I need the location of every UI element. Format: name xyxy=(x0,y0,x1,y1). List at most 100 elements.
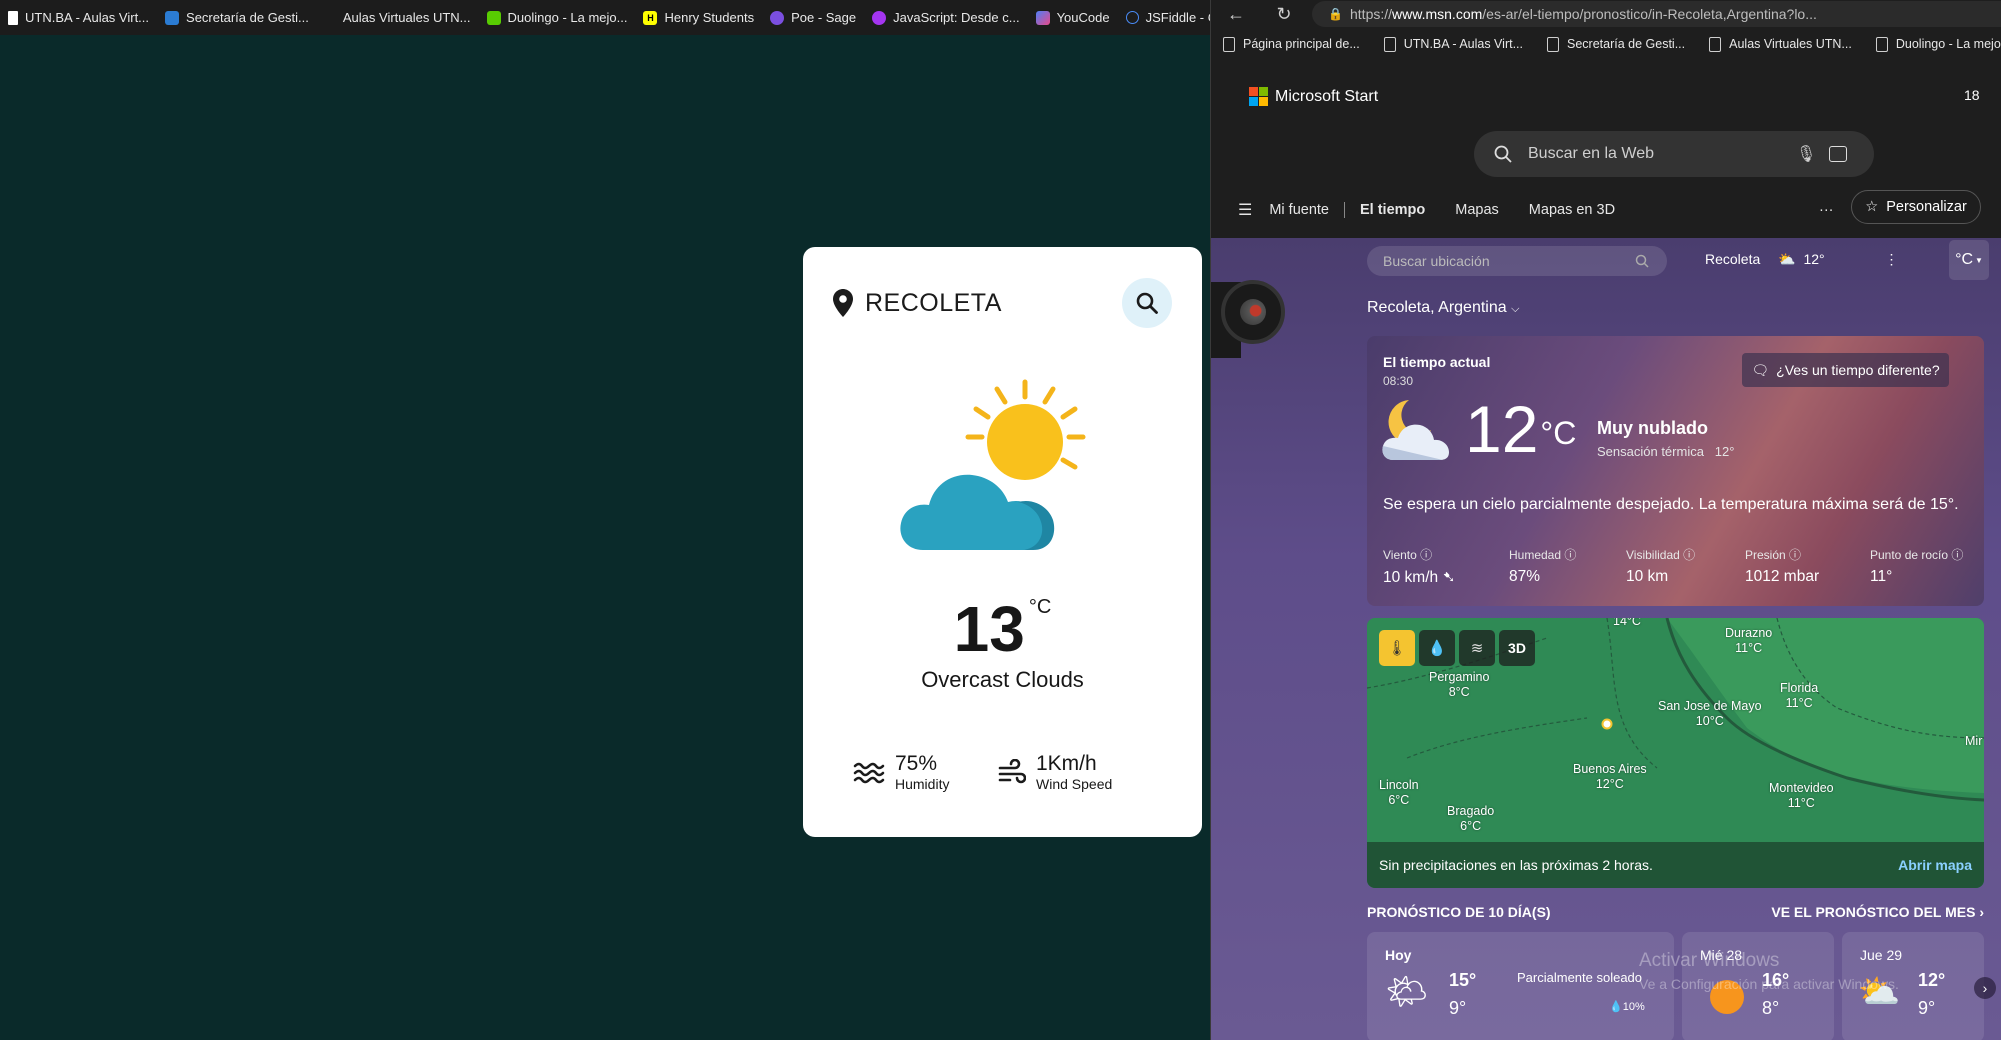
bookmark-label: YouCode xyxy=(1056,10,1110,25)
url-path: /es-ar/el-tiempo/pronostico/in-Recoleta,… xyxy=(1482,6,1817,22)
bookmark-item[interactable]: Aulas Virtuales UTN... xyxy=(1697,36,1864,52)
hamburger-menu-icon[interactable]: ☰ xyxy=(1238,200,1252,220)
wind-direction-icon: ➷ xyxy=(1442,569,1456,586)
different-weather-button[interactable]: 🗨 ¿Ves un tiempo diferente? xyxy=(1742,353,1949,387)
city-name: Montevideo xyxy=(1769,781,1834,795)
temperature-unit: °C xyxy=(1028,596,1052,618)
tab-mapas[interactable]: Mapas xyxy=(1455,202,1499,218)
vertical-more-icon[interactable]: ⋮ xyxy=(1885,251,1899,267)
forecast-day-card[interactable]: Hoy 🌤 15° 9° Parcialmente soleado 💧10% xyxy=(1367,932,1674,1040)
metric-value: 11° xyxy=(1870,568,1893,585)
web-search-input[interactable]: Buscar en la Web 🎙 xyxy=(1474,131,1874,177)
next-arrow-icon[interactable]: › xyxy=(1974,977,1996,999)
monthly-forecast-label: VE EL PRONÓSTICO DEL MES xyxy=(1771,904,1976,920)
open-map-link[interactable]: Abrir mapa xyxy=(1898,857,1972,873)
metric-dew-point: Punto de rocío ⓘ 11° xyxy=(1870,546,1963,586)
weather-description: Overcast Clouds xyxy=(921,667,1084,692)
mini-location-summary[interactable]: Recoleta ⛅ 12° ⋮ xyxy=(1705,251,1899,268)
city-temp: 11°C xyxy=(1787,796,1815,810)
bookmark-item[interactable]: Secretaría de Gesti... xyxy=(1535,36,1697,52)
tab-el-tiempo[interactable]: El tiempo xyxy=(1360,202,1425,218)
bookmark-item[interactable]: Poe - Sage xyxy=(762,0,864,35)
map-city-label: Montevideo 11°C xyxy=(1769,781,1834,811)
city-temp: 11°C xyxy=(1735,641,1763,655)
more-options-icon[interactable]: ··· xyxy=(1819,202,1834,218)
location-pin-icon xyxy=(833,289,853,317)
map-3d-button[interactable]: 3D xyxy=(1499,630,1535,666)
udemy-icon xyxy=(872,10,887,25)
bookmark-item[interactable]: Duolingo - La mejo... xyxy=(479,0,636,35)
mini-temperature: 12° xyxy=(1803,251,1825,267)
personalize-button[interactable]: ☆ Personalizar xyxy=(1851,190,1981,224)
personalize-label: Personalizar xyxy=(1886,199,1967,215)
bookmark-item[interactable]: JavaScript: Desde c... xyxy=(864,0,1027,35)
partly-cloudy-icon: ⛅ xyxy=(1778,251,1796,267)
mini-location-name: Recoleta xyxy=(1705,251,1761,267)
tab-mapas-3d[interactable]: Mapas en 3D xyxy=(1529,202,1615,218)
nav-separator xyxy=(1344,202,1345,218)
day-high: 12° xyxy=(1918,970,1946,990)
day-low: 8° xyxy=(1762,998,1780,1018)
bookmark-item[interactable]: UTN.BA - Aulas Virt... xyxy=(0,0,157,35)
bookmark-item[interactable]: YouCode xyxy=(1028,0,1118,35)
url-field[interactable]: 🔒 https://www.msn.com/es-ar/el-tiempo/pr… xyxy=(1312,1,2001,27)
info-icon[interactable]: ⓘ xyxy=(1564,548,1576,562)
bookmark-item[interactable]: Secretaría de Gesti... xyxy=(157,0,317,35)
header-temperature[interactable]: 18 xyxy=(1964,87,1980,103)
bookmark-item[interactable]: Página principal de... xyxy=(1211,36,1372,52)
tab-mi-fuente[interactable]: Mi fuente xyxy=(1269,202,1329,218)
info-icon[interactable]: ⓘ xyxy=(1789,548,1801,562)
side-widget-button[interactable] xyxy=(1221,280,1285,344)
dropdown-caret-icon: ▼ xyxy=(1975,255,1983,265)
current-condition: Muy nublado xyxy=(1597,418,1708,438)
chevron-down-icon: ⌵ xyxy=(1511,303,1520,315)
bookmark-item[interactable]: JSFiddle - Code Pla... xyxy=(1118,0,1210,35)
weather-map[interactable]: 🌡 💧 ≋ 3D Pergamino 8°C Durazno 11°C Florid… xyxy=(1367,618,1984,888)
metric-label: Presión xyxy=(1745,548,1786,562)
map-city-label: Lincoln 6°C xyxy=(1379,778,1419,808)
youcode-icon xyxy=(1035,10,1050,25)
bookmark-item[interactable]: H Henry Students xyxy=(635,0,762,35)
current-weather-panel: El tiempo actual 08:30 🗨 ¿Ves un tiempo d… xyxy=(1367,336,1984,606)
humidity-stat: 75% Humidity xyxy=(853,753,949,793)
microsoft-start-logo[interactable]: Microsoft Start xyxy=(1249,87,1378,106)
bookmark-label: Aulas Virtuales UTN... xyxy=(342,10,471,25)
poe-icon xyxy=(770,10,785,25)
day-low: 9° xyxy=(1918,998,1936,1018)
weather-card: RECOLETA 13 °C Overcast Clouds 75% Humid… xyxy=(803,247,1202,837)
unit-selector-value: °C xyxy=(1955,251,1974,268)
bookmark-label: Henry Students xyxy=(664,10,755,25)
bookmark-item[interactable]: UTN.BA - Aulas Virt... xyxy=(1372,36,1535,52)
info-icon[interactable]: ⓘ xyxy=(1420,548,1432,562)
microphone-icon[interactable]: 🎙 xyxy=(1796,144,1816,164)
city-name: Florida xyxy=(1780,681,1819,695)
info-icon[interactable]: ⓘ xyxy=(1951,548,1963,562)
visual-search-icon[interactable] xyxy=(1829,146,1847,162)
temperature-value: 13 xyxy=(953,593,1025,665)
search-button[interactable] xyxy=(1122,278,1172,328)
precipitation-layer-icon[interactable]: 💧 xyxy=(1419,630,1455,666)
activate-windows-title: Activar Windows xyxy=(1639,950,1780,971)
location-search-input[interactable]: Buscar ubicación xyxy=(1367,246,1667,276)
location-title[interactable]: Recoleta, Argentina ⌵ xyxy=(1367,299,1519,317)
city-temp: 6°C xyxy=(1388,793,1410,807)
city-temp: 10°C xyxy=(1695,714,1724,728)
refresh-icon[interactable]: ↻ xyxy=(1264,4,1304,25)
current-weather-label: El tiempo actual xyxy=(1383,354,1491,370)
monthly-forecast-link[interactable]: VE EL PRONÓSTICO DEL MES › xyxy=(1771,904,1984,920)
bookmark-label: Página principal de... xyxy=(1243,37,1360,51)
bookmark-item[interactable]: Aulas Virtuales UTN... xyxy=(335,0,479,35)
browser-bookmarks-bar: Página principal de... UTN.BA - Aulas Vi… xyxy=(1211,29,2001,59)
unit-selector[interactable]: °C ▼ xyxy=(1949,240,1989,280)
url-domain: www.msn.com xyxy=(1392,6,1483,22)
temperature-layer-icon[interactable]: 🌡 xyxy=(1379,630,1415,666)
wind-layer-icon[interactable]: ≋ xyxy=(1459,630,1495,666)
back-arrow-icon[interactable]: ← xyxy=(1216,4,1256,25)
city-name: San Jose de Mayo xyxy=(1658,699,1762,713)
comment-icon: 🗨 xyxy=(1751,361,1770,378)
temperature-display: 13 °C xyxy=(803,592,1202,666)
bookmarks-bar: UTN.BA - Aulas Virt... Secretaría de Ges… xyxy=(0,0,1210,35)
bookmark-item[interactable]: Duolingo - La mejo... xyxy=(1864,36,2001,52)
info-icon[interactable]: ⓘ xyxy=(1683,548,1695,562)
document-icon xyxy=(1383,36,1396,52)
